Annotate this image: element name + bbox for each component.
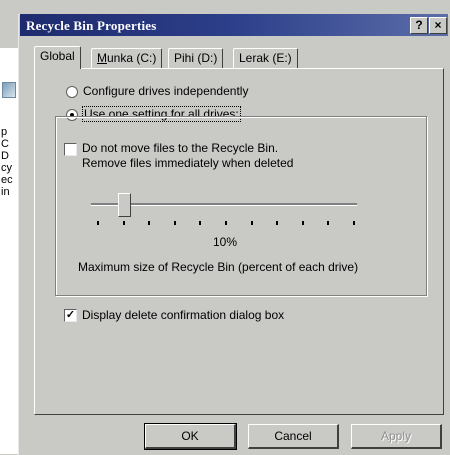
- tab-munka-c[interactable]: Munka (C:): [91, 48, 163, 68]
- slider-tick: [173, 221, 176, 225]
- cancel-button[interactable]: Cancel: [248, 424, 339, 449]
- slider-tick: [199, 221, 202, 225]
- folder-icon: [2, 82, 16, 98]
- background-letter: cy: [1, 162, 12, 174]
- apply-button[interactable]: Apply: [351, 424, 442, 449]
- max-size-slider-thumb[interactable]: [117, 193, 131, 217]
- slider-tick: [225, 221, 227, 225]
- slider-tick: [327, 221, 330, 225]
- configure-independently-label[interactable]: Configure drives independently: [83, 84, 248, 98]
- background-letter: in: [1, 186, 10, 198]
- tab-lerak-e[interactable]: Lerak (E:): [233, 48, 298, 68]
- slider-percent-label: 10%: [213, 235, 238, 249]
- slider-tick: [353, 221, 355, 225]
- do-not-move-checkbox[interactable]: [64, 143, 77, 156]
- do-not-move-label[interactable]: Do not move files to the Recycle Bin.: [82, 141, 278, 155]
- slider-tick: [276, 221, 279, 225]
- slider-tick: [122, 221, 125, 225]
- slider-tick: [148, 221, 151, 225]
- display-confirm-checkbox[interactable]: ✓: [64, 309, 77, 322]
- close-button[interactable]: ×: [429, 17, 447, 34]
- background-letter: C: [1, 138, 9, 150]
- slider-tick: [250, 221, 253, 225]
- tab-global[interactable]: Global: [34, 46, 81, 69]
- max-size-label: Maximum size of Recycle Bin (percent of …: [78, 260, 359, 274]
- slider-tick: [97, 221, 99, 225]
- display-confirm-label[interactable]: Display delete confirmation dialog box: [82, 308, 284, 322]
- ok-button[interactable]: OK: [144, 423, 237, 450]
- title-bar[interactable]: Recycle Bin Properties ? ×: [20, 14, 448, 36]
- configure-independently-radio[interactable]: [66, 86, 78, 98]
- tab-pihi-d[interactable]: Pihi (D:): [168, 48, 224, 68]
- background-letter: ec: [1, 174, 13, 186]
- do-not-move-sublabel: Remove files immediately when deleted: [82, 156, 294, 170]
- help-button[interactable]: ?: [410, 17, 428, 34]
- background-letter: p: [1, 126, 8, 138]
- slider-tick: [301, 221, 304, 225]
- background-letter: D: [1, 150, 9, 162]
- slider-track: [91, 203, 357, 206]
- window-title: Recycle Bin Properties: [26, 18, 157, 33]
- background-text: p C D cy ec in: [1, 126, 13, 198]
